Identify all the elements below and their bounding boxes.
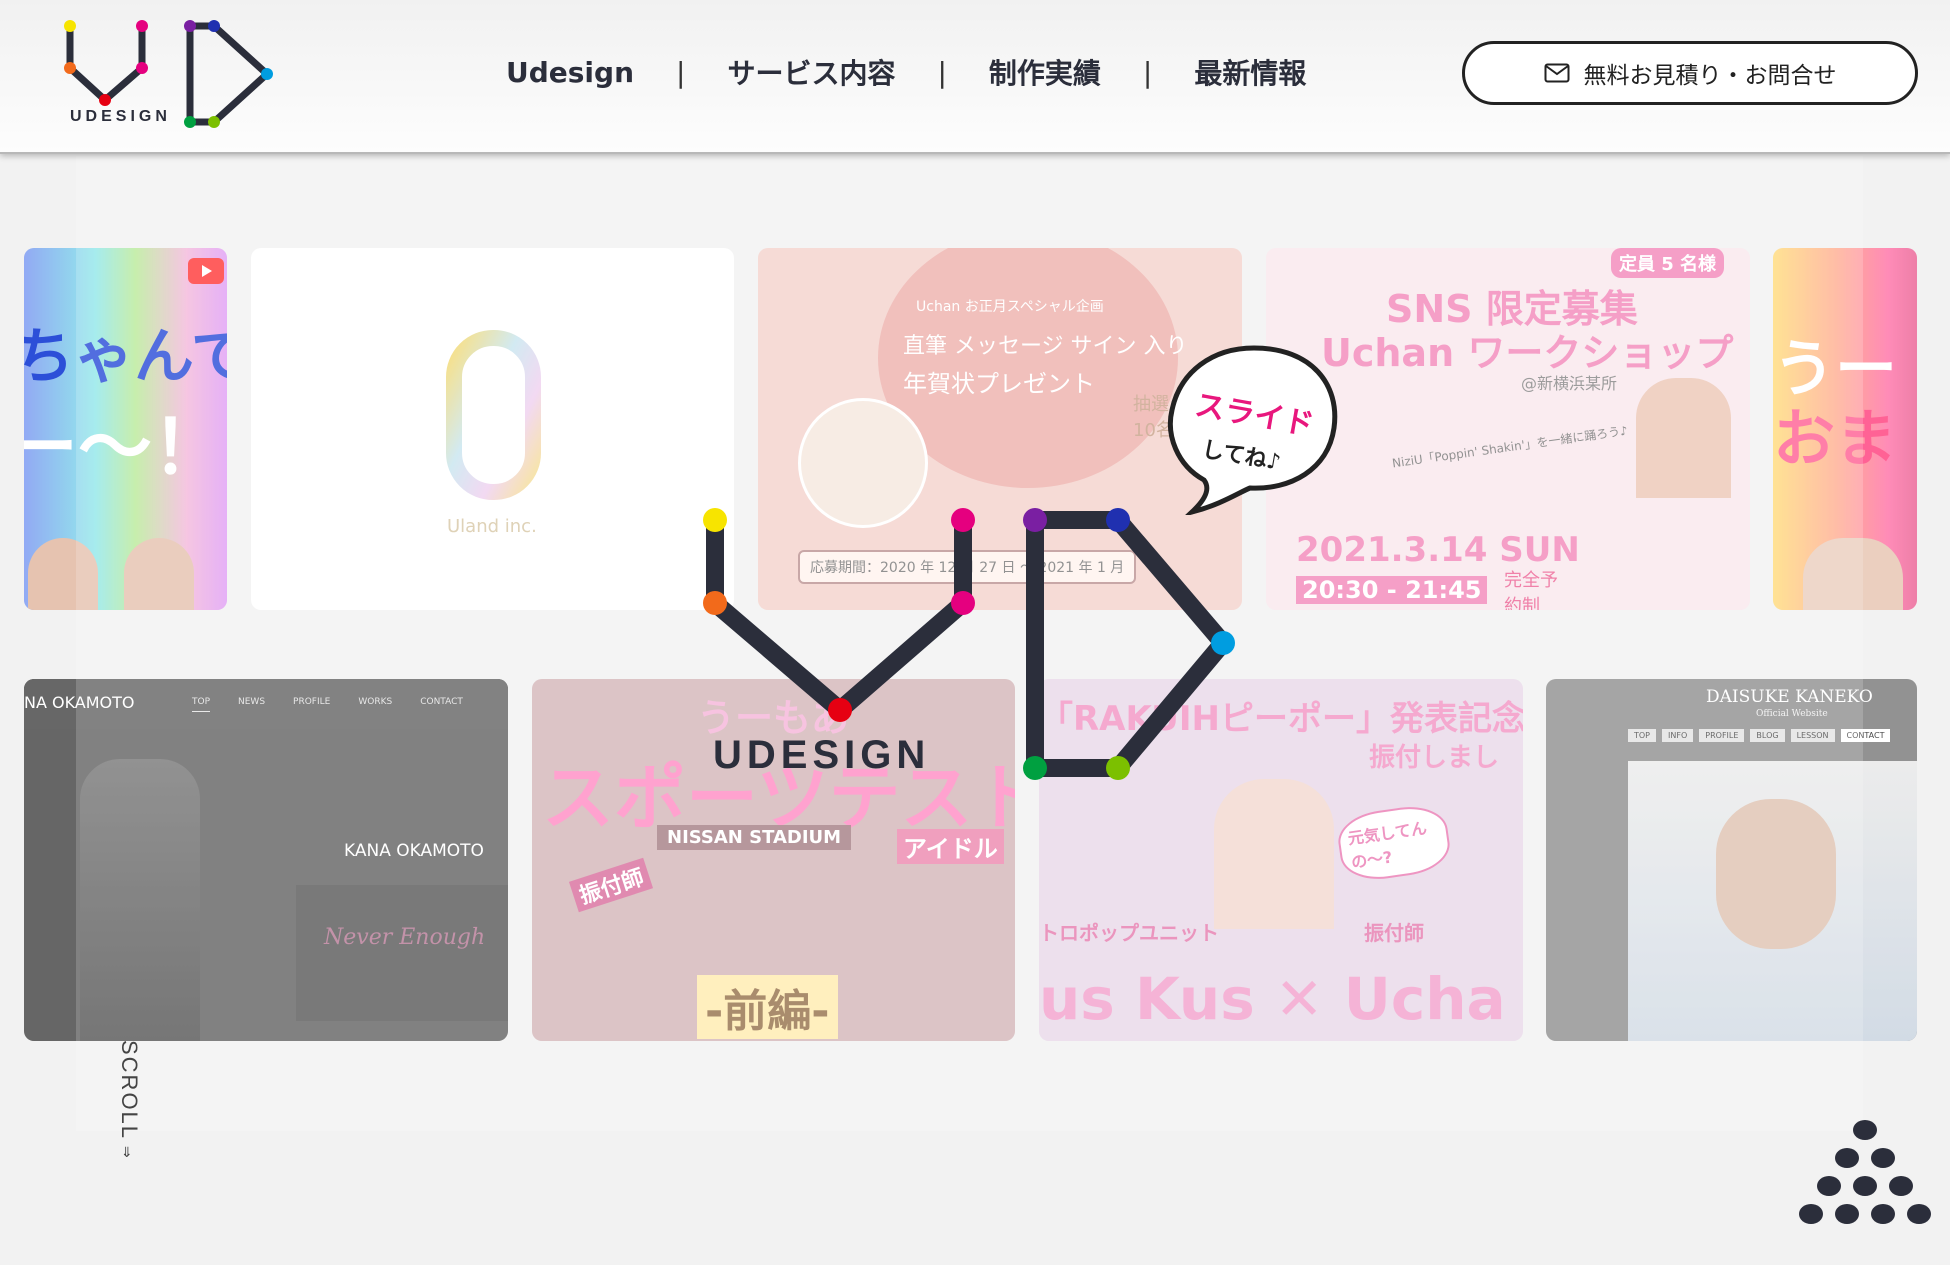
loading-logo-wordmark: UDESIGN <box>713 733 931 777</box>
scroll-arrow-icon: ⇓ <box>121 1145 133 1161</box>
nav-separator: | <box>937 55 947 89</box>
youtube-icon <box>188 258 224 284</box>
nav-services[interactable]: サービス内容 <box>721 52 901 92</box>
slide-card-daisuke-kaneko[interactable]: DAISUKE KANEKO Official Website TOP INFO… <box>1546 679 1917 1041</box>
person-photo <box>124 538 194 610</box>
contact-button[interactable]: 無料お見積り・お問合せ <box>1462 41 1918 105</box>
card-text: ちゃんです。 <box>24 322 227 392</box>
main-nav: Udesign | サービス内容 | 制作実績 | 最新情報 <box>500 50 1312 94</box>
nav-udesign[interactable]: Udesign <box>500 56 640 89</box>
slide-card-kana-okamoto[interactable]: NA OKAMOTO TOP NEWS PROFILE WORKS CONTAC… <box>24 679 508 1041</box>
card-text: ー〜！ <box>24 405 226 491</box>
slide-card-uchan-partial[interactable]: うー おま <box>1773 248 1917 610</box>
nav-news[interactable]: 最新情報 <box>1188 52 1312 92</box>
person-photo <box>28 538 98 610</box>
uland-logo-text: Uland inc. <box>447 516 537 537</box>
nav-works[interactable]: 制作実績 <box>983 52 1107 92</box>
scroll-indicator: SCROLL <box>117 1040 142 1141</box>
slide-card-uland[interactable]: Uland inc. <box>251 248 734 610</box>
logo-wordmark: UDESIGN <box>70 108 171 125</box>
contact-button-label: 無料お見積り・お問合せ <box>1583 63 1837 89</box>
slide-card-youtube[interactable]: ちゃんです。 ー〜！ <box>24 248 227 610</box>
nav-separator: | <box>1142 55 1153 89</box>
nav-separator: | <box>676 55 686 89</box>
uland-zero-logo <box>446 330 541 500</box>
mail-icon <box>1544 63 1569 83</box>
site-header: UDESIGN Udesign | サービス内容 | 制作実績 | 最新情報 無… <box>0 0 1950 154</box>
back-to-top-dots-icon[interactable] <box>1795 1118 1935 1224</box>
